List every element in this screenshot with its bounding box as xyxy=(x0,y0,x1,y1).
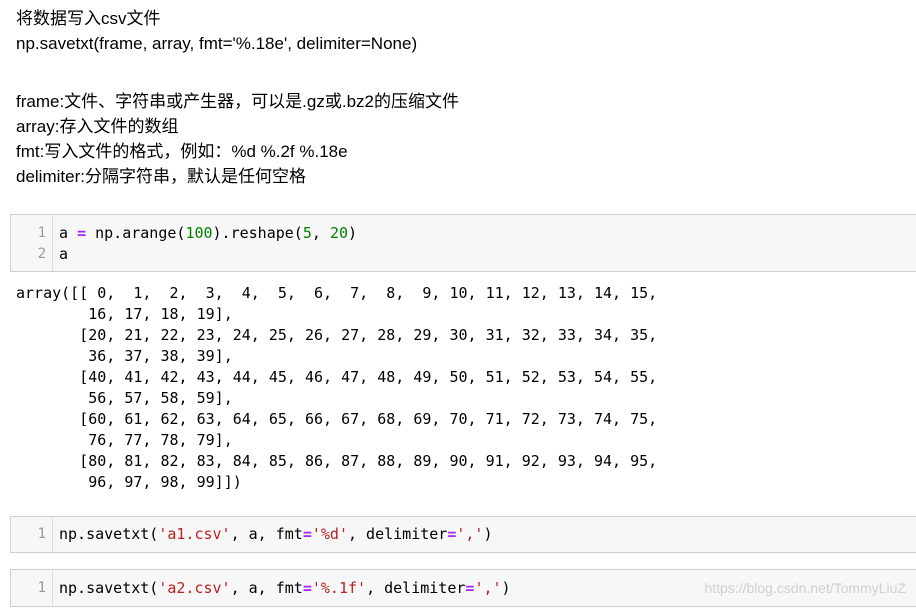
watermark: https://blog.csdn.net/TommyLiuZ xyxy=(704,580,906,596)
code-operator: = xyxy=(302,525,312,543)
param-array: array:存入文件的数组 xyxy=(16,117,179,136)
markdown-signature: np.savetxt(frame, array, fmt='%.18e', de… xyxy=(16,34,418,53)
code-token: ) xyxy=(501,579,511,597)
line-number-gutter: 1 xyxy=(11,517,53,552)
code-string: 'a2.csv' xyxy=(158,579,231,597)
code-token: , a, fmt xyxy=(230,579,303,597)
code-token: a xyxy=(59,224,78,242)
code-string: 'a1.csv' xyxy=(158,525,231,543)
code-line[interactable]: a xyxy=(59,244,68,265)
code-number: 5 xyxy=(302,224,312,242)
code-number: 20 xyxy=(329,224,348,242)
code-token: ) xyxy=(348,224,358,242)
param-delimiter: delimiter:分隔字符串，默认是任何空格 xyxy=(16,167,306,186)
param-frame: frame:文件、字符串或产生器，可以是.gz或.bz2的压缩文件 xyxy=(16,92,459,111)
line-number-gutter: 1 2 xyxy=(11,215,53,271)
code-token: , delimiter xyxy=(348,525,448,543)
line-number: 1 xyxy=(37,526,46,542)
cell-output: array([[ 0, 1, 2, 3, 4, 5, 6, 7, 8, 9, 1… xyxy=(16,284,658,491)
code-token: np.savetxt( xyxy=(59,525,159,543)
code-token: ) xyxy=(483,525,493,543)
code-token: np.arange( xyxy=(86,224,186,242)
code-string: ',' xyxy=(456,525,484,543)
line-number-gutter: 1 xyxy=(11,570,53,606)
code-token: , a, fmt xyxy=(230,525,303,543)
code-cell-2[interactable]: 1 np.savetxt('a1.csv', a, fmt='%d', deli… xyxy=(10,516,916,553)
code-token: np.savetxt( xyxy=(59,579,159,597)
code-token: , delimiter xyxy=(366,579,466,597)
code-line[interactable]: np.savetxt('a1.csv', a, fmt='%d', delimi… xyxy=(59,524,493,545)
line-number: 1 xyxy=(37,225,46,241)
code-cell-1[interactable]: 1 2 a = np.arange(100).reshape(5, 20) a xyxy=(10,214,916,272)
code-string: ',' xyxy=(474,579,502,597)
code-token: ).reshape( xyxy=(212,224,303,242)
line-number: 2 xyxy=(37,246,46,262)
line-number: 1 xyxy=(37,580,46,596)
code-string: '%d' xyxy=(311,525,348,543)
param-fmt: fmt:写入文件的格式，例如：%d %.2f %.18e xyxy=(16,142,348,161)
code-number: 100 xyxy=(185,224,213,242)
code-operator: = xyxy=(302,579,312,597)
code-string: '%.1f' xyxy=(311,579,367,597)
code-token: , xyxy=(311,224,330,242)
code-line[interactable]: np.savetxt('a2.csv', a, fmt='%.1f', deli… xyxy=(59,578,511,599)
markdown-title: 将数据写入csv文件 xyxy=(16,9,161,28)
code-operator: = xyxy=(77,224,87,242)
code-line[interactable]: a = np.arange(100).reshape(5, 20) xyxy=(59,223,357,244)
